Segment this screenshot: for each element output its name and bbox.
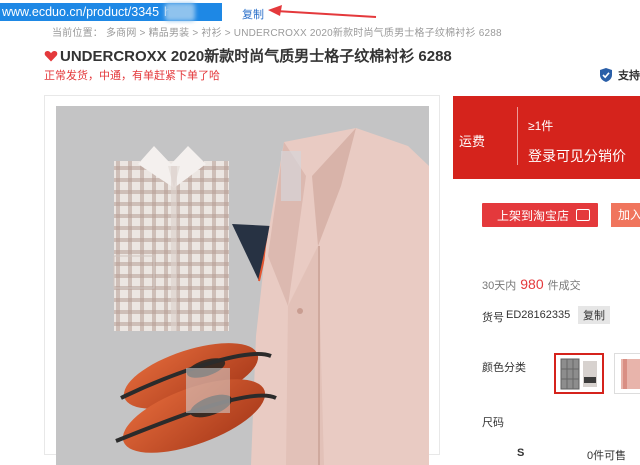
url-main: www.ecduo.cn/product/3345 [2,5,160,19]
shield-icon [600,68,612,82]
item-code-label: 货号 [482,312,504,324]
support-label: 支持 [618,70,640,82]
copy-url-link[interactable]: 复制 [242,6,264,22]
promo-text: 正常发货，中通，有单赶紧下单了哈 [44,70,220,82]
pink-shirt-thumb [621,359,640,389]
sales-count: 980 [520,276,544,292]
store-icon [576,209,590,221]
add-button[interactable]: 加入 [611,203,640,227]
shipping-label: 运费 [459,134,486,149]
login-price-link[interactable]: 登录可见分销价 [528,146,626,166]
list-on-taobao-label: 上架到淘宝店 [496,208,569,223]
copy-code-button[interactable]: 复制 [578,306,610,324]
page-title: UNDERCROXX 2020新款时尚气质男士格子纹棉衬衫 6288 [60,48,452,65]
color-label: 颜色分类 [482,362,526,374]
product-photo[interactable] [56,106,429,465]
breadcrumb: 当前位置： 多商网 > 精品男装 > 衬衫 > UNDERCROXX 2020新… [52,28,502,39]
product-image [56,106,429,465]
plaid-shirt-thumb [560,358,597,390]
sales-prefix: 30天内 [482,280,517,292]
arrow-annotation-icon [268,5,377,18]
sales-info: 30天内 980 件成交 [482,276,581,293]
color-swatch-plaid[interactable] [554,353,604,394]
product-title-row: UNDERCROXX 2020新款时尚气质男士格子纹棉衬衫 6288 [44,45,452,66]
min-quantity: ≥1件 [528,119,554,133]
price-divider [517,107,518,165]
heart-icon [44,50,58,61]
sales-suffix: 件成交 [547,280,581,292]
stock-count: 0件可售 [587,450,627,462]
item-code-value: ED28162335 [506,309,571,321]
url-redaction [165,3,195,21]
size-option[interactable]: S [517,447,524,459]
color-swatch-pink[interactable] [614,353,640,394]
size-label: 尺码 [482,417,504,429]
support-badge[interactable]: 支持 [598,67,640,83]
address-bar: www.ecduo.cn/product/3345html 复制 [0,0,640,24]
list-on-taobao-button[interactable]: 上架到淘宝店 [482,203,598,227]
